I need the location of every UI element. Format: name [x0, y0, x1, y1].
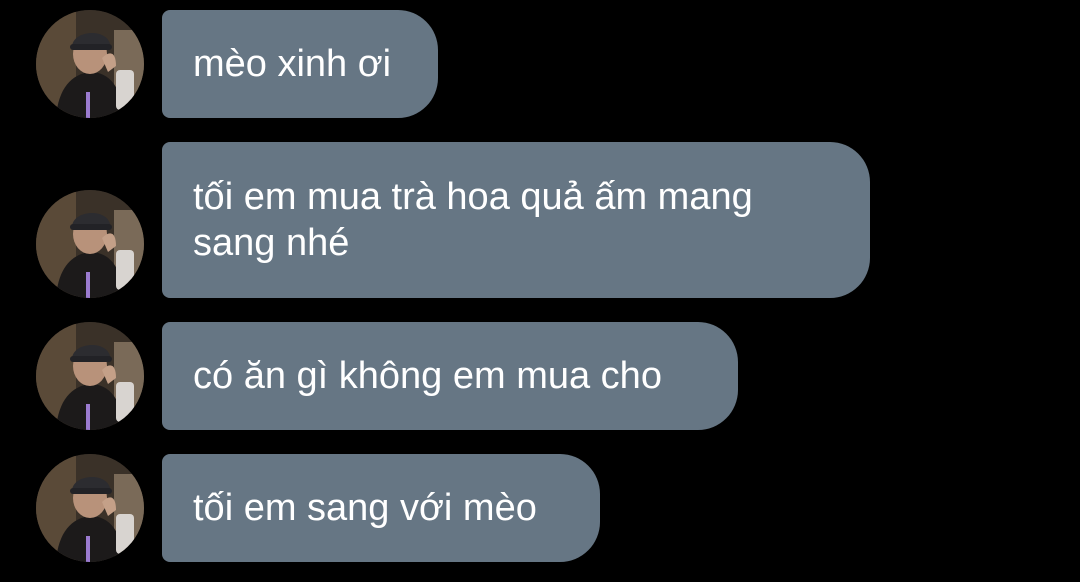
message-bubble[interactable]: tối em mua trà hoa quả ấm mang sang nhé [162, 142, 870, 298]
message-bubble[interactable]: tối em sang với mèo [162, 454, 600, 562]
message-text: tối em sang với mèo [193, 487, 537, 529]
message-bubble[interactable]: mèo xinh ơi [162, 10, 438, 118]
message-text: mèo xinh ơi [193, 43, 392, 85]
avatar-photo-icon [36, 10, 144, 118]
avatar-photo-icon [36, 454, 144, 562]
message-bubble[interactable]: có ăn gì không em mua cho [162, 322, 738, 430]
avatar[interactable] [36, 10, 144, 118]
message-text: có ăn gì không em mua cho [193, 355, 662, 397]
message-text: tối em mua trà hoa quả ấm mang sang nhé [193, 176, 753, 264]
avatar[interactable] [36, 322, 144, 430]
avatar-photo-icon [36, 322, 144, 430]
avatar-photo-icon [36, 190, 144, 298]
avatar[interactable] [36, 190, 144, 298]
avatar[interactable] [36, 454, 144, 562]
